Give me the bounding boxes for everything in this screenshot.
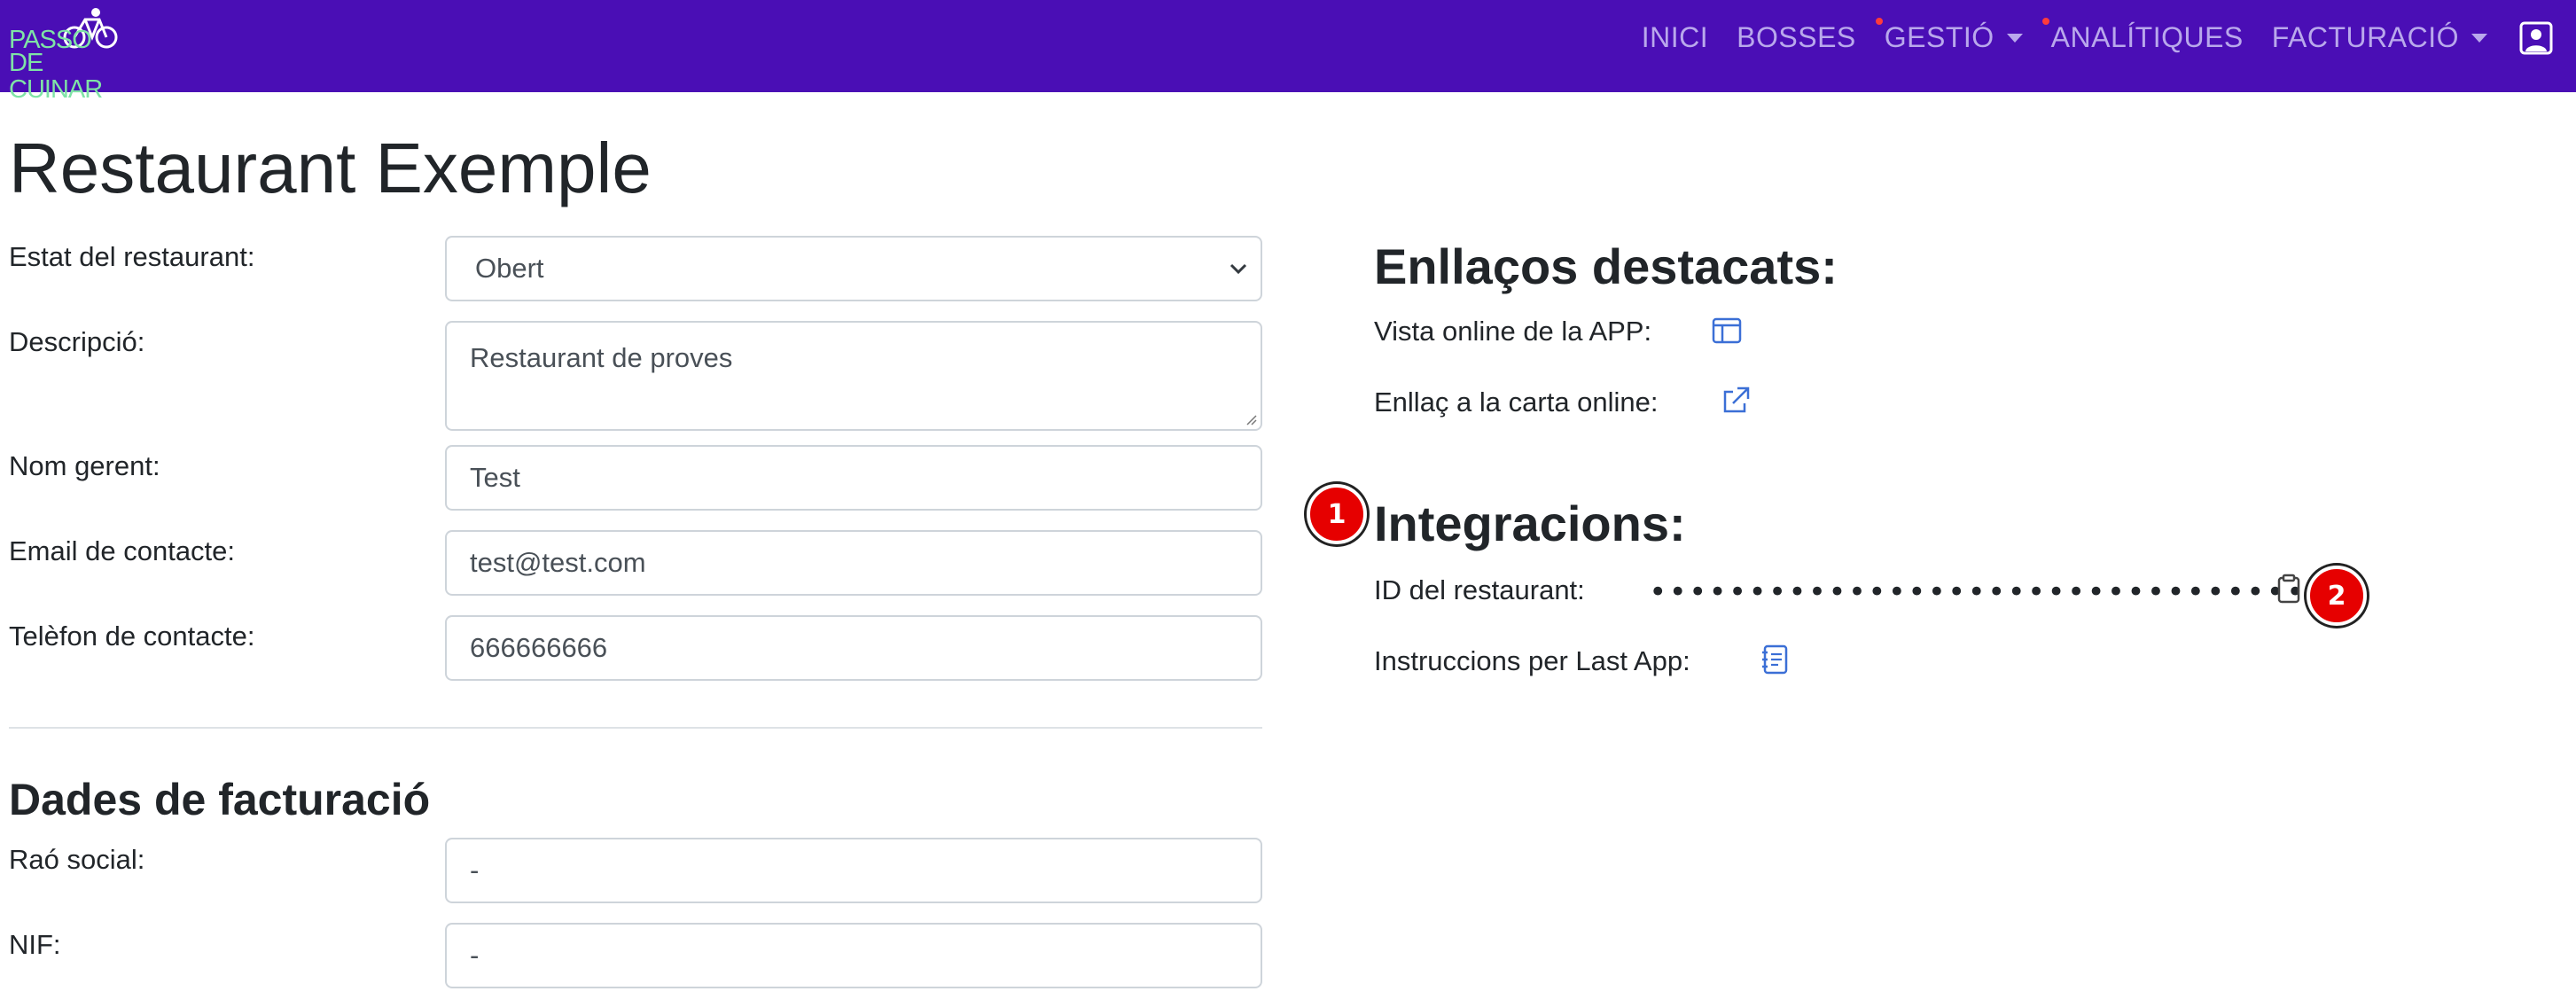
user-square-icon[interactable] (2519, 21, 2553, 55)
online-menu-label: Enllaç a la carta online: (1374, 386, 1659, 418)
caret-down-icon (2471, 34, 2487, 43)
page-title: Restaurant Exemple (9, 129, 652, 207)
manager-value: Test (470, 462, 520, 493)
resize-grip-icon[interactable] (1245, 413, 1257, 425)
nav-item-label: BOSSES (1737, 20, 1856, 53)
social-label: Raó social: (9, 844, 145, 875)
window-icon[interactable] (1711, 315, 1743, 347)
app-view-label: Vista online de la APP: (1374, 316, 1652, 347)
journal-text-icon[interactable] (1759, 644, 1791, 675)
annotation-badge-1: 1 (1307, 484, 1367, 544)
notification-dot (1875, 17, 1883, 25)
nav-menu: INICI BOSSES GESTIÓ ANALÍTIQUES FACTURAC… (1642, 0, 2487, 74)
nif-label: NIF: (9, 929, 61, 960)
clipboard-icon[interactable] (2273, 573, 2305, 605)
nav-item-analitiques[interactable]: ANALÍTIQUES (2041, 17, 2244, 54)
social-input[interactable]: - (445, 838, 1262, 903)
status-select[interactable]: Obert (445, 236, 1262, 301)
nav-item-label: INICI (1641, 20, 1709, 53)
nav-item-bosses[interactable]: BOSSES (1737, 21, 1856, 54)
restaurant-id-label: ID del restaurant: (1374, 574, 1585, 605)
status-label: Estat del restaurant: (9, 241, 255, 272)
notification-dot (2041, 17, 2049, 25)
instructions-label: Instruccions per Last App: (1374, 645, 1690, 676)
email-label: Email de contacte: (9, 535, 236, 566)
nif-value: - (470, 940, 480, 971)
caret-down-icon (2006, 34, 2023, 43)
brand-logo[interactable]: PASSO DE CUINAR (9, 7, 142, 103)
section-divider (9, 727, 1262, 729)
nav-item-gestio[interactable]: GESTIÓ (1875, 17, 2023, 54)
manager-label: Nom gerent: (9, 450, 160, 481)
phone-input[interactable]: 666666666 (445, 615, 1262, 681)
nav-item-label: ANALÍTIQUES (2050, 20, 2244, 53)
chevron-down-icon (1229, 263, 1247, 275)
phone-label: Telèfon de contacte: (9, 621, 255, 652)
description-label: Descripció: (9, 326, 145, 357)
annotation-badge-2: 2 (2307, 566, 2367, 626)
description-textarea[interactable]: Restaurant de proves (445, 321, 1262, 431)
phone-value: 666666666 (470, 632, 608, 663)
description-value: Restaurant de proves (470, 342, 733, 373)
restaurant-id-masked: •••••••••••••••••••••••••••••••••• (1649, 574, 2326, 610)
nav-item-facturacio[interactable]: FACTURACIÓ (2272, 21, 2487, 54)
email-input[interactable]: test@test.com (445, 530, 1262, 596)
external-link-icon[interactable] (1720, 385, 1752, 417)
nif-input[interactable]: - (445, 923, 1262, 988)
integrations-heading: Integracions: (1374, 496, 1686, 551)
links-heading: Enllaços destacats: (1374, 238, 1838, 294)
manager-input[interactable]: Test (445, 445, 1262, 511)
email-value: test@test.com (470, 547, 646, 578)
billing-heading: Dades de facturació (9, 775, 431, 824)
nav-item-label: FACTURACIÓ (2271, 20, 2459, 53)
status-value: Obert (475, 253, 544, 284)
nav-item-label: GESTIÓ (1884, 20, 1994, 53)
nav-item-inici[interactable]: INICI (1642, 21, 1708, 54)
top-navbar: PASSO DE CUINAR INICI BOSSES GESTIÓ ANAL… (0, 0, 2576, 103)
social-value: - (470, 855, 480, 886)
logo-line-2: DE CUINAR (9, 49, 103, 104)
